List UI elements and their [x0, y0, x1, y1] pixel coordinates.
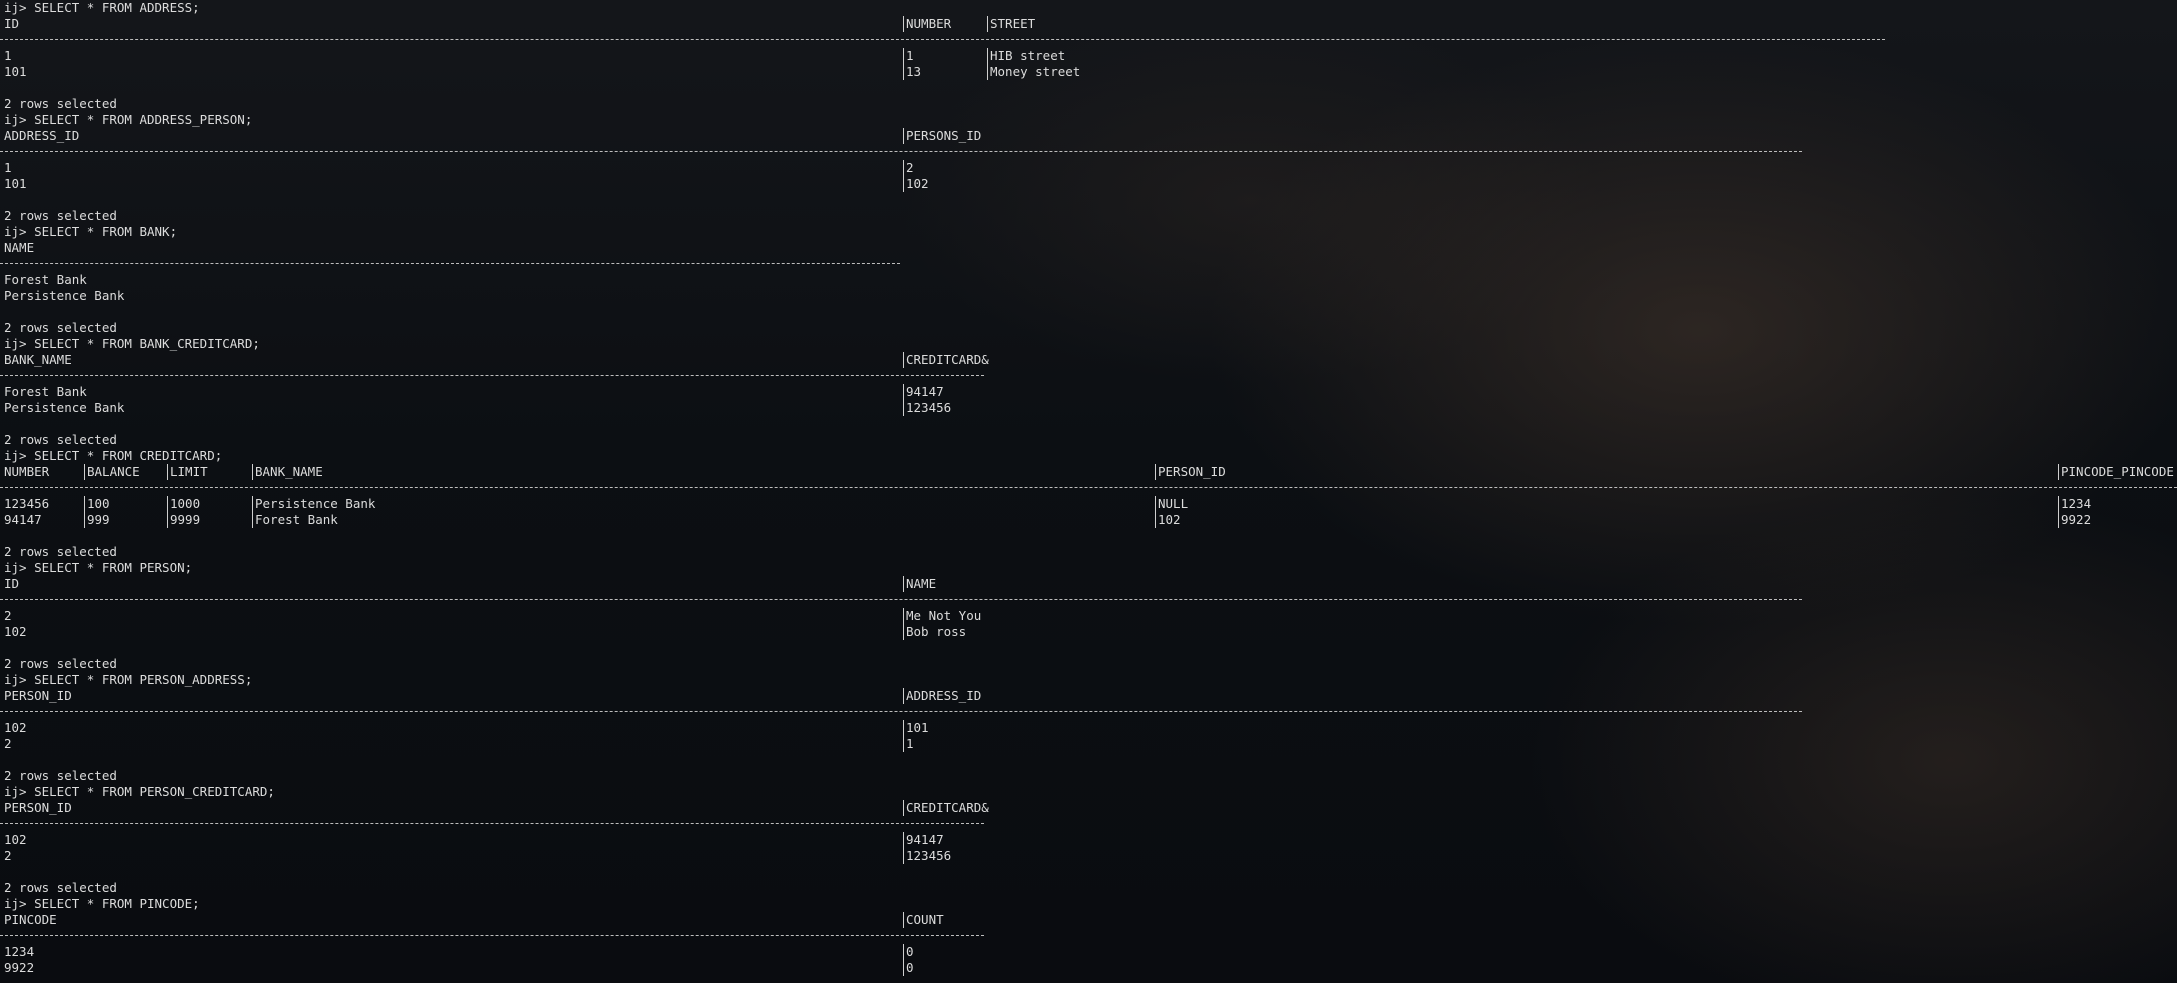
table-cell: 94147 — [903, 384, 944, 400]
table-cell: 101 — [4, 64, 27, 79]
column-header: COUNT — [903, 912, 944, 928]
table-cell: Persistence Bank — [252, 496, 375, 512]
table-cell: Bob ross — [903, 624, 966, 640]
column-header: NAME — [903, 576, 936, 592]
table-cell: Forest Bank — [4, 384, 87, 399]
table-cell: 94147 — [4, 512, 42, 527]
table-cell: 9922 — [4, 960, 35, 975]
terminal-window[interactable]: ij> SELECT * FROM ADDRESS; ID NUMBER STR… — [0, 0, 2177, 983]
table-cell: 9922 — [2058, 512, 2091, 528]
column-header: PERSONS_ID — [903, 128, 981, 144]
separator-line — [0, 711, 1802, 712]
table-cell: 102 — [4, 624, 27, 639]
table-cell: HIB street — [987, 48, 1065, 64]
table-cell: 102 — [4, 832, 27, 847]
table-cell: 999 — [84, 512, 110, 528]
table-cell: Money street — [987, 64, 1080, 80]
table-cell: 1 — [4, 48, 12, 63]
table-cell: Persistence Bank — [4, 288, 125, 303]
table-cell: 123456 — [903, 400, 951, 416]
column-header: PERSON_ID — [1155, 464, 1226, 480]
sql-prompt: ij> SELECT * FROM PINCODE; — [4, 896, 200, 911]
sql-prompt: ij> SELECT * FROM BANK; — [4, 224, 178, 239]
separator-line — [0, 823, 984, 824]
table-cell: 1 — [4, 160, 12, 175]
sql-prompt: ij> SELECT * FROM BANK_CREDITCARD; — [4, 336, 260, 351]
column-header: CREDITCARD& — [903, 800, 989, 816]
column-header: BANK_NAME — [252, 464, 323, 480]
rows-selected-footer: 2 rows selected — [4, 432, 117, 447]
rows-selected-footer: 2 rows selected — [4, 320, 117, 335]
column-header: NAME — [4, 240, 35, 255]
separator-line — [0, 39, 1885, 40]
column-header: PINCODE_PINCODE — [2058, 464, 2174, 480]
table-cell: Forest Bank — [4, 272, 87, 287]
table-cell: 0 — [903, 944, 914, 960]
separator-line — [0, 935, 984, 936]
table-cell: 94147 — [903, 832, 944, 848]
separator-line — [0, 151, 1802, 152]
table-cell: 1 — [903, 736, 914, 752]
table-cell: 1 — [903, 48, 914, 64]
column-header: PERSON_ID — [4, 688, 72, 703]
table-cell: Me Not You — [903, 608, 981, 624]
rows-selected-footer: 2 rows selected — [4, 880, 117, 895]
column-header: BANK_NAME — [4, 352, 72, 367]
table-cell: 1234 — [2058, 496, 2091, 512]
sql-prompt: ij> SELECT * FROM PERSON; — [4, 560, 193, 575]
table-cell: 1000 — [167, 496, 200, 512]
table-cell: 123456 — [903, 848, 951, 864]
table-cell: 102 — [903, 176, 929, 192]
sql-prompt: ij> SELECT * FROM ADDRESS_PERSON; — [4, 112, 253, 127]
table-cell: 101 — [4, 176, 27, 191]
table-cell: 102 — [1155, 512, 1181, 528]
table-cell: 2 — [4, 848, 12, 863]
table-cell: 123456 — [4, 496, 50, 511]
separator-line — [0, 263, 900, 264]
table-cell: Forest Bank — [252, 512, 338, 528]
column-header: ADDRESS_ID — [4, 128, 80, 143]
sql-prompt: ij> SELECT * FROM PERSON_CREDITCARD; — [4, 784, 275, 799]
table-cell: Persistence Bank — [4, 400, 125, 415]
column-header: PINCODE — [4, 912, 57, 927]
table-cell: 102 — [4, 720, 27, 735]
sql-prompt: ij> SELECT * FROM PERSON_ADDRESS; — [4, 672, 253, 687]
separator-line — [0, 599, 1802, 600]
sql-prompt: ij> SELECT * FROM CREDITCARD; — [4, 448, 223, 463]
table-cell: 101 — [903, 720, 929, 736]
table-cell: 2 — [4, 736, 12, 751]
column-header: CREDITCARD& — [903, 352, 989, 368]
column-header: ID — [4, 576, 20, 591]
table-cell: 0 — [903, 960, 914, 976]
column-header: LIMIT — [167, 464, 208, 480]
table-cell: 2 — [4, 608, 12, 623]
separator-line — [0, 487, 2177, 488]
table-cell: 1234 — [4, 944, 35, 959]
table-cell: NULL — [1155, 496, 1188, 512]
rows-selected-footer: 2 rows selected — [4, 544, 117, 559]
rows-selected-footer: 2 rows selected — [4, 208, 117, 223]
rows-selected-footer: 2 rows selected — [4, 656, 117, 671]
rows-selected-footer: 2 rows selected — [4, 96, 117, 111]
column-header: BALANCE — [84, 464, 140, 480]
table-cell: 100 — [84, 496, 110, 512]
rows-selected-footer: 2 rows selected — [4, 768, 117, 783]
column-header: NUMBER — [903, 16, 951, 32]
column-header: STREET — [987, 16, 1035, 32]
table-cell: 13 — [903, 64, 921, 80]
column-header: PERSON_ID — [4, 800, 72, 815]
table-cell: 9999 — [167, 512, 200, 528]
column-header: NUMBER — [4, 464, 50, 479]
sql-prompt: ij> SELECT * FROM ADDRESS; — [4, 0, 200, 15]
column-header: ID — [4, 16, 20, 31]
column-header: ADDRESS_ID — [903, 688, 981, 704]
table-cell: 2 — [903, 160, 914, 176]
separator-line — [0, 375, 984, 376]
